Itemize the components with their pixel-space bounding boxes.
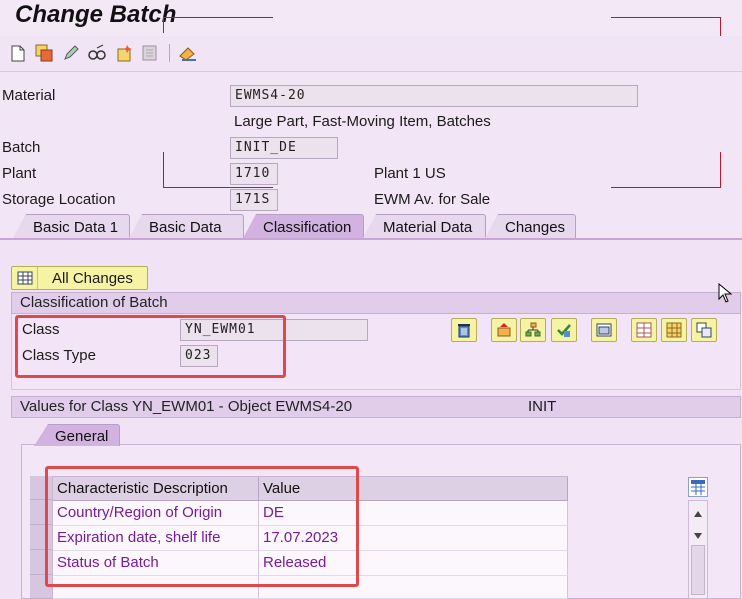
material-field[interactable]: EWMS4-20 bbox=[230, 85, 638, 107]
storage-location-field[interactable]: 171S bbox=[230, 189, 278, 211]
check-values-icon[interactable] bbox=[551, 318, 577, 342]
display-object-icon[interactable] bbox=[591, 318, 617, 342]
values-header-text: Values for Class YN_EWM01 - Object EWMS4… bbox=[20, 398, 353, 415]
delete-icon[interactable] bbox=[140, 43, 160, 63]
classification-section-header: Classification of Batch bbox=[11, 292, 741, 314]
annotation-line bbox=[163, 152, 164, 188]
expand-layout-icon[interactable] bbox=[631, 318, 657, 342]
plant-description: Plant 1 US bbox=[374, 165, 446, 182]
copy-icon[interactable] bbox=[34, 43, 54, 63]
table-settings-icon[interactable] bbox=[688, 477, 708, 497]
subtab-general[interactable]: General bbox=[34, 424, 120, 446]
hierarchy-icon[interactable] bbox=[520, 318, 546, 342]
display-change-icon[interactable] bbox=[87, 43, 107, 63]
tab-classification[interactable]: Classification bbox=[242, 214, 364, 240]
annotation-line bbox=[163, 17, 273, 18]
settings-icon[interactable] bbox=[178, 43, 198, 63]
storage-location-description: EWM Av. for Sale bbox=[374, 191, 491, 208]
create-icon[interactable] bbox=[114, 43, 134, 63]
new-document-icon[interactable] bbox=[8, 43, 28, 63]
delete-class-icon[interactable] bbox=[451, 318, 477, 342]
material-label: Material bbox=[2, 87, 56, 104]
scroll-thumb[interactable] bbox=[691, 545, 705, 595]
tab-strip: Basic Data 1 Basic Data 2 Classification… bbox=[0, 214, 742, 240]
tab-basic-data-1[interactable]: Basic Data 1 bbox=[12, 214, 130, 240]
copy-layout-icon[interactable] bbox=[691, 318, 717, 342]
scroll-down-icon[interactable] bbox=[693, 527, 703, 544]
tab-basic-data-2[interactable]: Basic Data 2 bbox=[128, 214, 244, 240]
insert-line-icon[interactable] bbox=[491, 318, 517, 342]
annotation-line bbox=[720, 152, 721, 188]
material-description: Large Part, Fast-Moving Item, Batches bbox=[234, 113, 491, 130]
plant-field[interactable]: 1710 bbox=[230, 163, 278, 185]
tab-changes[interactable]: Changes bbox=[484, 214, 576, 240]
batch-label: Batch bbox=[2, 139, 41, 156]
tab-material-data[interactable]: Material Data bbox=[362, 214, 486, 240]
batch-field[interactable]: INIT_DE bbox=[230, 137, 338, 159]
values-status: INIT bbox=[528, 398, 557, 415]
table-grid-icon bbox=[12, 267, 38, 289]
page-title: Change Batch bbox=[15, 1, 177, 28]
values-section-header: Values for Class YN_EWM01 - Object EWMS4… bbox=[11, 396, 741, 418]
all-changes-button[interactable]: All Changes bbox=[11, 266, 148, 290]
scroll-up-icon[interactable] bbox=[693, 505, 703, 522]
annotation-line bbox=[611, 17, 721, 18]
storage-location-label: Storage Location bbox=[2, 191, 116, 208]
highlight-box bbox=[45, 466, 359, 587]
plant-label: Plant bbox=[2, 165, 37, 182]
annotation-line bbox=[163, 187, 273, 188]
mouse-cursor-icon bbox=[718, 282, 733, 307]
table-layout-icon[interactable] bbox=[661, 318, 687, 342]
highlight-box bbox=[15, 315, 286, 378]
annotation-line bbox=[611, 187, 721, 188]
edit-pencil-icon[interactable] bbox=[61, 43, 81, 63]
annotation-line bbox=[163, 17, 164, 33]
toolbar-separator bbox=[169, 44, 170, 62]
table-scrollbar[interactable] bbox=[688, 500, 708, 599]
all-changes-label: All Changes bbox=[52, 269, 133, 287]
toolbar bbox=[0, 36, 742, 72]
